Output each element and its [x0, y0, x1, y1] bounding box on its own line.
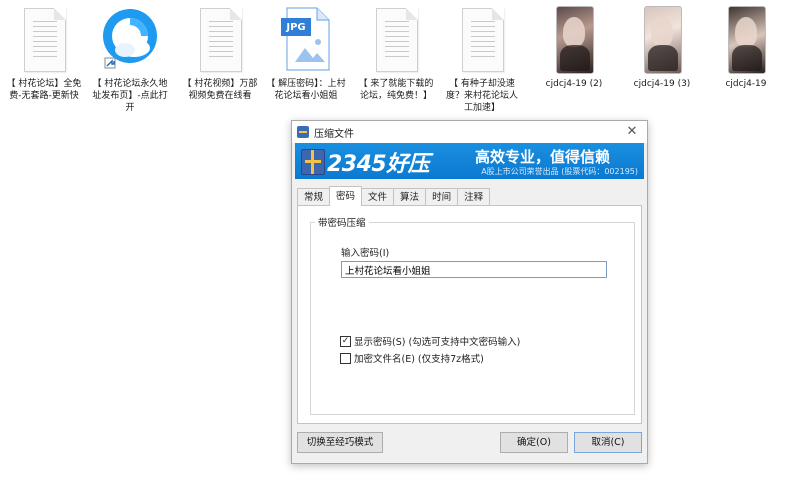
desktop-icon-image-1[interactable]: cjdcj4-19 (2) — [532, 0, 616, 90]
show-password-option[interactable]: ✓ 显示密码(S) (勾选可支持中文密码输入) — [340, 334, 520, 348]
dialog-title: 压缩文件 — [314, 129, 354, 140]
password-groupbox: 带密码压缩 输入密码(I) ✓ 显示密码(S) (勾选可支持中文密码输入) 加密… — [310, 215, 635, 415]
desktop-icon-label: cjdcj4-19 — [725, 79, 767, 89]
cancel-button[interactable]: 取消(C) — [574, 432, 642, 453]
banner-brand: 2345好压 — [327, 152, 430, 177]
desktop-icon-image-2[interactable]: cjdcj4-19 (3) — [620, 0, 704, 90]
encrypt-filenames-checkbox[interactable] — [340, 352, 351, 364]
text-file-icon — [453, 6, 511, 72]
browser-icon — [101, 6, 159, 72]
desktop-icon-jpg[interactable]: JPG 【 解压密码】：上村花论坛看小姐姐 — [264, 0, 348, 102]
groupbox-title: 带密码压缩 — [315, 215, 369, 229]
encrypt-filenames-option[interactable]: 加密文件名(E) (仅支持7z格式) — [340, 351, 484, 365]
show-password-checkbox[interactable]: ✓ — [340, 335, 351, 347]
compress-dialog: 压缩文件 ✕ 2345好压 高效专业，值得信赖 A股上市公司荣誉出品 (股票代码… — [291, 120, 648, 464]
show-password-label: 显示密码(S) (勾选可支持中文密码输入) — [354, 337, 521, 348]
dialog-titlebar[interactable]: 压缩文件 ✕ — [292, 121, 647, 143]
desktop-icon-label: cjdcj4-19 (2) — [545, 79, 603, 89]
desktop-icon-label: 【 村花论坛】全免费-无套路-更新快 — [6, 79, 82, 101]
password-tab-panel: 带密码压缩 输入密码(I) ✓ 显示密码(S) (勾选可支持中文密码输入) 加密… — [297, 205, 642, 424]
password-input[interactable] — [341, 261, 607, 278]
desktop-icon-label: 【 村花论坛永久地址发布页】-点此打开 — [92, 79, 168, 113]
desktop-icon-doc-2[interactable]: 【 村花视频】万部视频免费在线看 — [178, 0, 262, 102]
desktop-icon-label: 【 来了就能下载的论坛，纯免费！】 — [358, 79, 434, 101]
image-thumbnail-icon — [633, 6, 691, 74]
text-file-icon — [367, 6, 425, 72]
desktop: 【 村花论坛】全免费-无套路-更新快 【 村花论坛永久地址发布页】-点此打开 【… — [0, 0, 800, 480]
desktop-icon-label: 【 解压密码】：上村花论坛看小姐姐 — [266, 79, 346, 101]
banner-subtitle: A股上市公司荣誉出品 (股票代码：002195) — [481, 167, 638, 176]
desktop-icon-image-3[interactable]: cjdcj4-19 — [704, 0, 788, 90]
desktop-icon-doc-1[interactable]: 【 村花论坛】全免费-无套路-更新快 — [2, 0, 86, 102]
tab-general[interactable]: 常规 — [297, 188, 331, 206]
close-button[interactable]: ✕ — [623, 123, 641, 141]
banner: 2345好压 高效专业，值得信赖 A股上市公司荣誉出品 (股票代码：002195… — [295, 143, 644, 179]
text-file-icon — [191, 6, 249, 72]
tab-files[interactable]: 文件 — [361, 188, 395, 206]
tab-password[interactable]: 密码 — [329, 186, 363, 206]
desktop-icon-browser[interactable]: 【 村花论坛永久地址发布页】-点此打开 — [88, 0, 172, 114]
desktop-icon-doc-3[interactable]: 【 来了就能下载的论坛，纯免费！】 — [354, 0, 438, 102]
tab-comment[interactable]: 注释 — [457, 188, 491, 206]
desktop-icon-doc-4[interactable]: 【 有种子却没速度？来村花论坛人工加速】 — [440, 0, 524, 114]
image-thumbnail-icon — [717, 6, 775, 74]
jpg-badge: JPG — [286, 22, 306, 33]
desktop-icon-label: cjdcj4-19 (3) — [633, 79, 691, 89]
switch-mode-button[interactable]: 切换至经巧模式 — [297, 432, 383, 453]
desktop-icon-label: 【 村花视频】万部视频免费在线看 — [182, 79, 258, 101]
text-file-icon — [15, 6, 73, 72]
banner-slogan: 高效专业，值得信赖 — [475, 148, 611, 166]
tab-bar: 常规 密码 文件 算法 时间 注释 — [297, 186, 491, 206]
haozip-logo-icon — [301, 149, 325, 175]
jpg-file-icon: JPG — [277, 6, 335, 72]
ok-button[interactable]: 确定(O) — [500, 432, 568, 453]
image-thumbnail-icon — [545, 6, 603, 74]
desktop-icon-label: 【 有种子却没速度？来村花论坛人工加速】 — [445, 79, 518, 113]
tab-time[interactable]: 时间 — [425, 188, 459, 206]
tab-algorithm[interactable]: 算法 — [393, 188, 427, 206]
encrypt-filenames-label: 加密文件名(E) (仅支持7z格式) — [354, 354, 484, 365]
password-label: 输入密码(I) — [341, 248, 390, 259]
haozip-app-icon — [297, 126, 309, 138]
